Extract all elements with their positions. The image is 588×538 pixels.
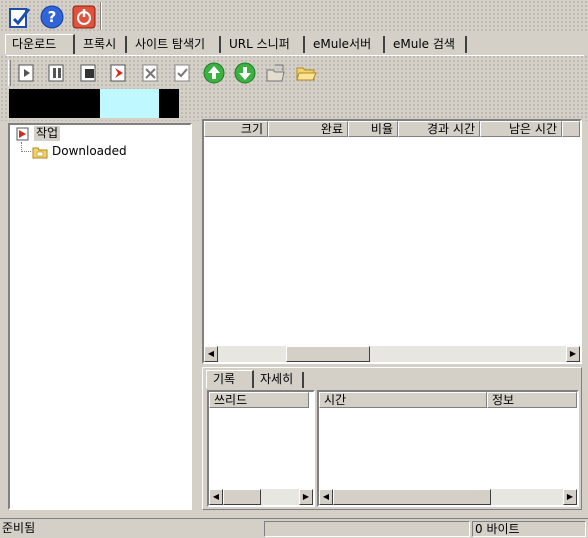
svg-text:?: ?	[48, 8, 57, 26]
tab-emule-search[interactable]: eMule 검색	[387, 36, 467, 53]
column-remaining[interactable]: 남은 시간	[480, 121, 562, 137]
download-list-header: 크기 완료 비율 경과 시간 남은 시간	[204, 121, 580, 137]
toolbar-grip	[8, 60, 11, 86]
tree-child-label: Downloaded	[52, 144, 127, 158]
folder-tree[interactable]: 작업 Downloaded	[8, 123, 192, 510]
thread-scroll-thumb[interactable]	[223, 489, 261, 505]
log-scroll-right-icon[interactable]: ▶	[563, 489, 577, 505]
speed-meter-fill	[100, 89, 159, 118]
log-tab-history[interactable]: 기록	[206, 370, 254, 388]
scroll-right-icon[interactable]: ▶	[566, 346, 580, 362]
start-icon[interactable]	[14, 60, 40, 86]
tab-url-sniffer[interactable]: URL 스니퍼	[223, 36, 305, 53]
thread-list[interactable]: 쓰리드 ◀ ▶	[207, 390, 315, 507]
power-icon[interactable]	[72, 5, 96, 29]
scroll-left-icon[interactable]: ◀	[204, 346, 218, 362]
log-list[interactable]: 시간 정보 ◀ ▶	[317, 390, 579, 507]
vertical-splitter[interactable]	[194, 119, 202, 513]
open-file-icon[interactable]	[263, 60, 289, 86]
tab-proxy[interactable]: 프록시	[77, 36, 127, 53]
move-down-icon[interactable]	[232, 60, 258, 86]
delete-icon[interactable]	[138, 60, 164, 86]
column-ratio[interactable]: 비율	[348, 121, 398, 137]
column-elapsed[interactable]: 경과 시간	[398, 121, 480, 137]
tree-root-item[interactable]: 작업	[14, 125, 94, 143]
status-bytes: 0 바이트	[472, 521, 586, 537]
open-folder-icon[interactable]	[293, 60, 319, 86]
column-info[interactable]: 정보	[487, 392, 577, 408]
tree-connector	[21, 142, 31, 152]
column-thread[interactable]: 쓰리드	[209, 392, 309, 408]
log-tab-details[interactable]: 자세히	[256, 372, 304, 388]
edit-icon[interactable]	[8, 5, 32, 29]
download-list[interactable]: 크기 완료 비율 경과 시간 남은 시간 ◀ ▶	[202, 119, 582, 364]
log-scroll-left-icon[interactable]: ◀	[319, 489, 333, 505]
stop-icon[interactable]	[76, 60, 102, 86]
column-complete[interactable]: 완료	[268, 121, 348, 137]
action-toolbar-border	[6, 55, 584, 56]
thread-scroll-left-icon[interactable]: ◀	[209, 489, 223, 505]
help-icon[interactable]: ?	[40, 5, 64, 29]
move-up-icon[interactable]	[201, 60, 227, 86]
properties-icon[interactable]	[170, 60, 196, 86]
log-list-hscrollbar[interactable]: ◀ ▶	[319, 489, 577, 505]
thread-list-hscrollbar[interactable]: ◀ ▶	[209, 489, 313, 505]
task-icon	[16, 127, 30, 141]
status-text: 준비됨	[2, 521, 36, 535]
tab-emule-server[interactable]: eMule서버	[307, 36, 385, 53]
status-bar: 준비됨 0 바이트	[0, 518, 588, 538]
folder-icon	[32, 144, 48, 160]
column-size[interactable]: 크기	[204, 121, 268, 137]
speed-meter	[9, 89, 179, 118]
tree-root-label: 작업	[34, 126, 61, 141]
scroll-thumb[interactable]	[286, 346, 370, 362]
log-panel: 기록 자세히 쓰리드 ◀ ▶ 시간 정보 ◀ ▶	[202, 367, 582, 510]
log-scroll-thumb[interactable]	[333, 489, 491, 505]
column-time[interactable]: 시간	[319, 392, 487, 408]
download-list-hscrollbar[interactable]: ◀ ▶	[204, 346, 580, 362]
thread-scroll-right-icon[interactable]: ▶	[299, 489, 313, 505]
tab-download[interactable]: 다운로드	[5, 34, 75, 54]
tab-site-explorer[interactable]: 사이트 탐색기	[129, 36, 221, 53]
tree-child-item[interactable]: Downloaded	[32, 143, 152, 161]
toolbar-separator	[100, 2, 102, 30]
status-pane-middle	[264, 521, 470, 537]
column-extra[interactable]	[562, 121, 580, 137]
schedule-icon[interactable]	[106, 60, 132, 86]
pause-icon[interactable]	[44, 60, 70, 86]
